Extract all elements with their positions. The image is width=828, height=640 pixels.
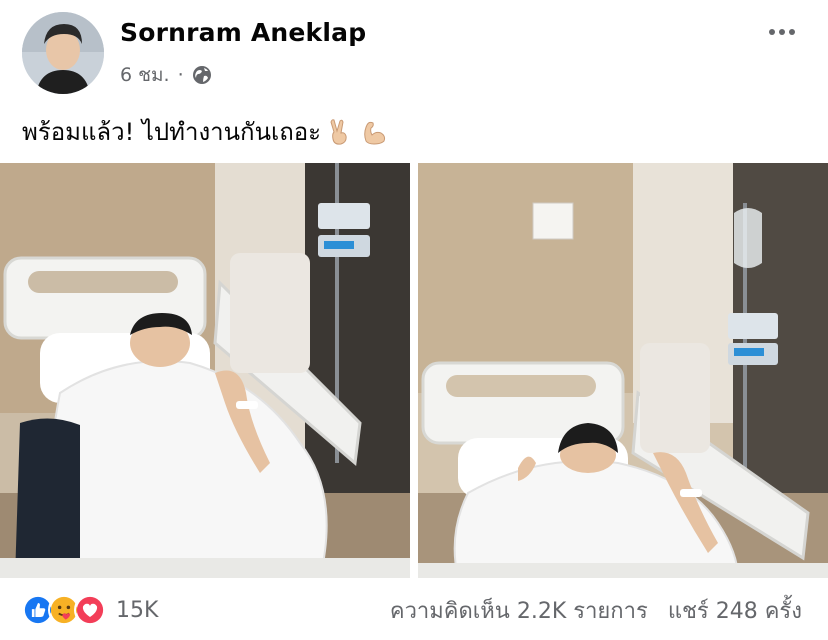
photo-grid bbox=[0, 163, 828, 578]
flexed-biceps-emoji bbox=[364, 121, 386, 145]
author-avatar[interactable] bbox=[22, 12, 104, 94]
engagement-bar: 15K ความคิดเห็น 2.2K รายการ แชร์ 248 ครั… bbox=[0, 580, 828, 640]
more-options-button[interactable] bbox=[764, 20, 800, 44]
hospital-photo-2[interactable] bbox=[418, 163, 828, 578]
hospital-photo-1[interactable] bbox=[0, 163, 410, 578]
dot-icon bbox=[789, 29, 795, 35]
reactions-summary[interactable]: 15K bbox=[22, 594, 158, 626]
dot-icon bbox=[769, 29, 775, 35]
author-name[interactable]: Sornram Aneklap bbox=[120, 18, 366, 47]
share-count[interactable]: แชร์ 248 ครั้ง bbox=[668, 593, 802, 628]
reaction-count[interactable]: 15K bbox=[116, 598, 158, 623]
post-time[interactable]: 6 ชม. bbox=[120, 60, 170, 90]
comment-count[interactable]: ความคิดเห็น 2.2K รายการ bbox=[390, 593, 648, 628]
engagement-counts: ความคิดเห็น 2.2K รายการ แชร์ 248 ครั้ง bbox=[390, 593, 802, 628]
victory-hand-emoji bbox=[330, 118, 347, 145]
post-meta: 6 ชม. · bbox=[120, 60, 212, 90]
meta-separator: · bbox=[177, 64, 184, 86]
caption-text: พร้อมแล้ว! ไปทำงานกันเถอะ bbox=[22, 118, 322, 146]
love-icon bbox=[74, 594, 106, 626]
dot-icon bbox=[779, 29, 785, 35]
globe-icon[interactable] bbox=[192, 65, 212, 85]
post-caption: พร้อมแล้ว! ไปทำงานกันเถอะ bbox=[22, 112, 389, 151]
